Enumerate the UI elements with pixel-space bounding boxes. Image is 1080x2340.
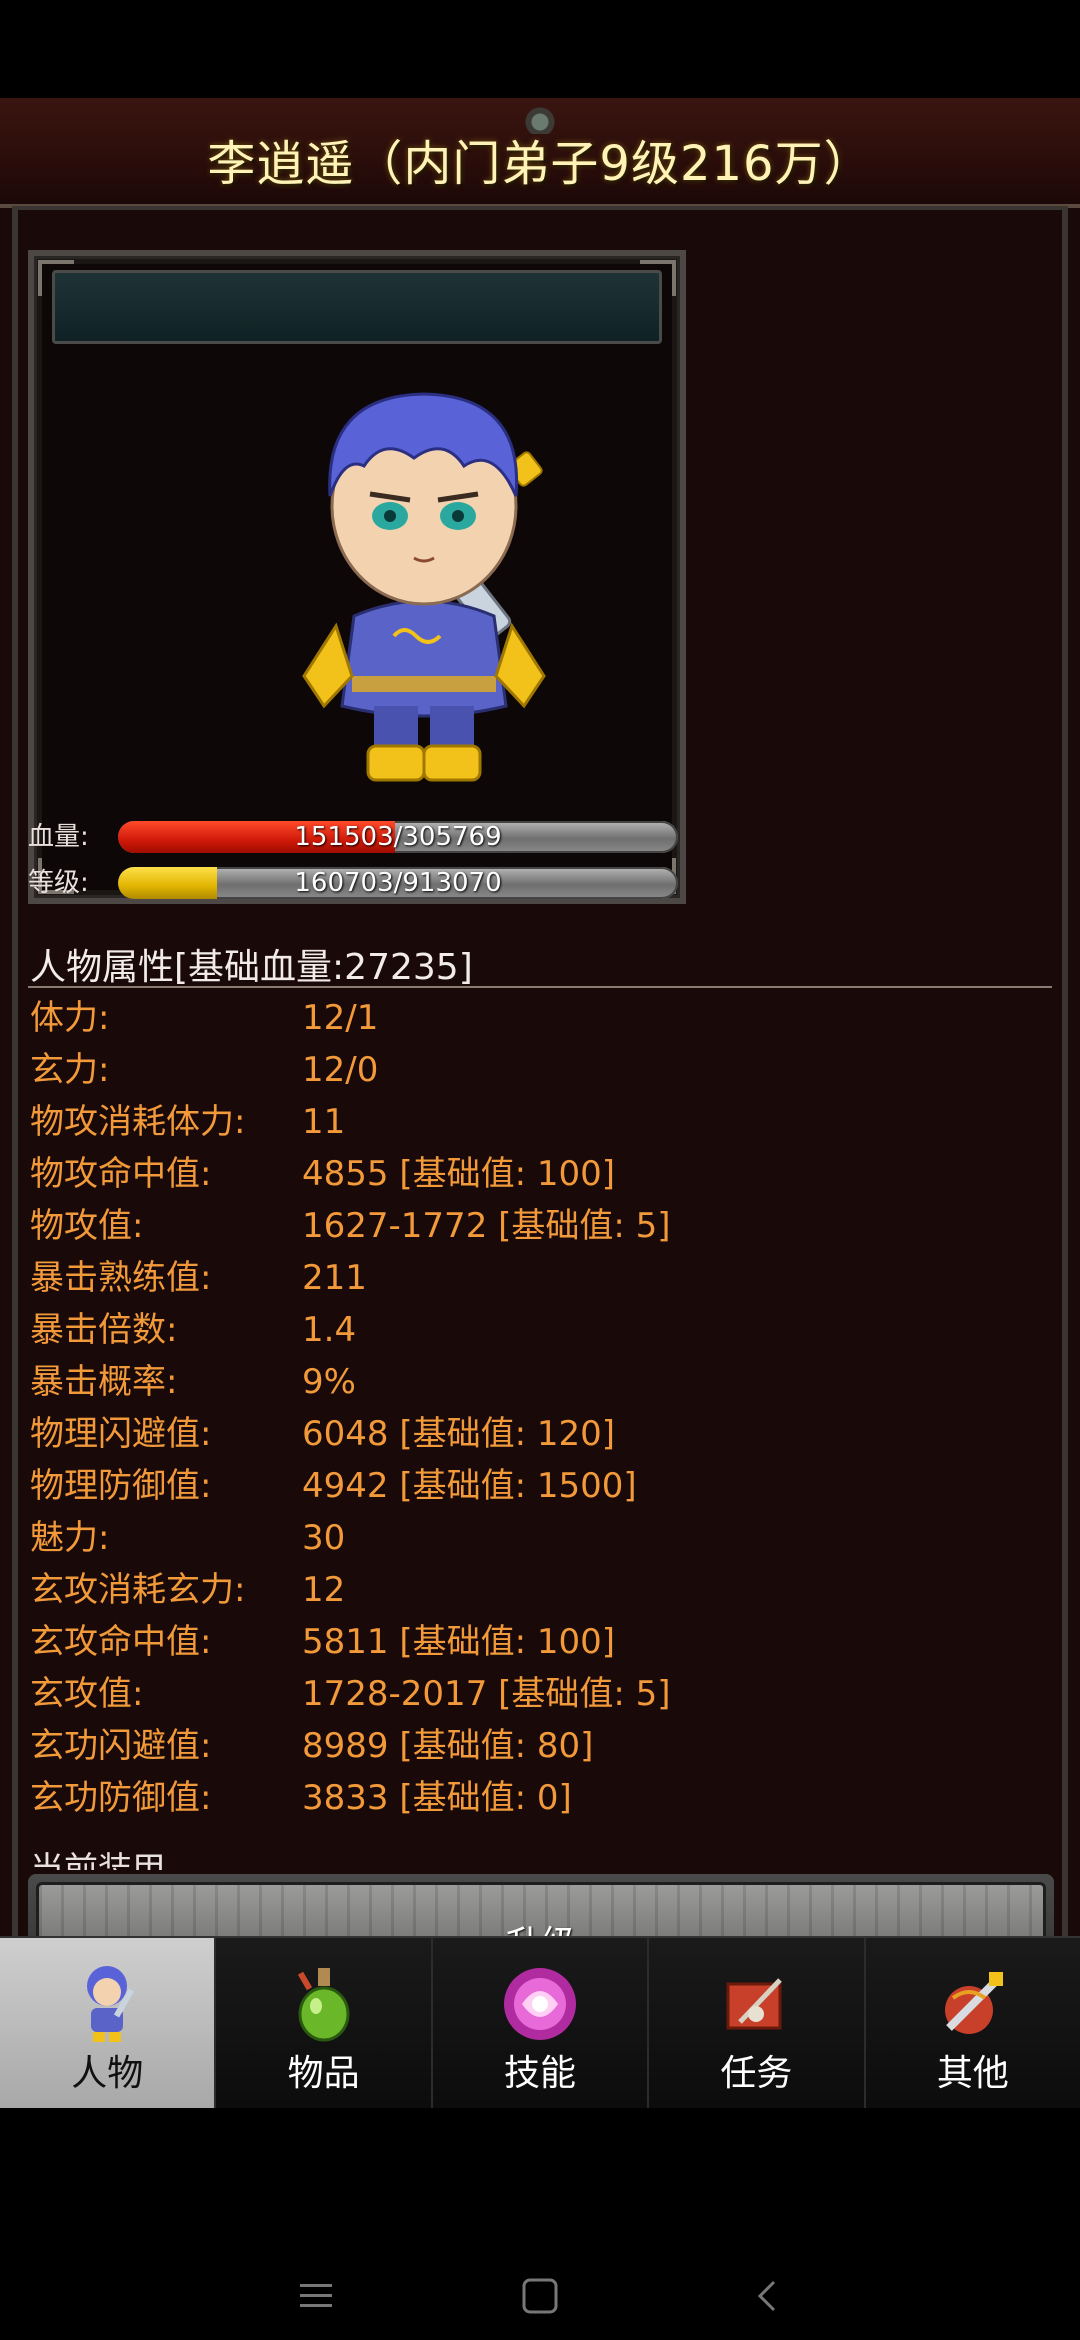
attribute-label: 玄功闪避值: <box>30 1726 212 1766</box>
tab-other[interactable]: 其他 <box>866 1938 1080 2108</box>
attribute-label: 玄攻命中值: <box>30 1622 212 1662</box>
tab-label: 人物 <box>71 2053 144 2094</box>
attribute-row: 物理闪避值: 6048 [基础值: 120] <box>30 1408 1030 1460</box>
tab-character[interactable]: 人物 <box>0 1938 217 2108</box>
hp-track: 151503/305769 <box>118 821 678 853</box>
attribute-row: 玄功闪避值: 8989 [基础值: 80] <box>30 1720 1030 1772</box>
attribute-value: 8989 [基础值: 80] <box>302 1726 594 1766</box>
attribute-row: 物攻消耗体力: 11 <box>30 1096 1030 1148</box>
attribute-value: 30 <box>302 1518 346 1558</box>
level-bar: 等级: 160703/913070 <box>28 866 688 900</box>
attribute-list: 体力: 12/1 玄力: 12/0 物攻消耗体力: 11 物攻命中值: 4855 [基础值: … <box>30 992 1030 1824</box>
hp-value: 151503/305769 <box>294 822 502 852</box>
level-track: 160703/913070 <box>118 867 678 899</box>
tab-label: 任务 <box>720 2053 793 2094</box>
attribute-value: 1728-2017 [基础值: 5] <box>302 1674 671 1714</box>
attribute-row: 物攻命中值: 4855 [基础值: 100] <box>30 1148 1030 1200</box>
character-portrait <box>28 250 686 904</box>
home-icon[interactable] <box>518 2274 562 2318</box>
attribute-label: 魅力: <box>30 1518 110 1558</box>
attributes-title: 人物属性[基础血量:27235] <box>30 947 473 988</box>
character-avatar-icon <box>302 392 546 782</box>
title-bar: 李逍遥（内门弟子9级216万） <box>0 98 1080 208</box>
menu-icon[interactable] <box>294 2274 338 2318</box>
attribute-row: 玄攻命中值: 5811 [基础值: 100] <box>30 1616 1030 1668</box>
attribute-value: 5811 [基础值: 100] <box>302 1622 616 1662</box>
tab-skill-orb[interactable]: 技能 <box>433 1938 650 2108</box>
character-screen: 李逍遥（内门弟子9级216万） 血量: 151503/305769 等级: 16… <box>0 98 1080 2034</box>
attribute-label: 暴击倍数: <box>30 1310 178 1350</box>
attribute-row: 玄攻消耗玄力: 12 <box>30 1564 1030 1616</box>
attribute-row: 魅力: 30 <box>30 1512 1030 1564</box>
attribute-value: 12/1 <box>302 998 379 1038</box>
attribute-label: 玄攻消耗玄力: <box>30 1570 246 1610</box>
quest-icon <box>710 1958 802 2050</box>
attribute-label: 玄攻值: <box>30 1674 144 1714</box>
tab-label: 其他 <box>936 2053 1009 2094</box>
attribute-label: 暴击熟练值: <box>30 1258 212 1298</box>
skill-orb-icon <box>494 1958 586 2050</box>
attribute-label: 物攻消耗体力: <box>30 1102 246 1142</box>
attribute-value: 4855 [基础值: 100] <box>302 1154 616 1194</box>
tab-label: 物品 <box>287 2053 360 2094</box>
section-divider <box>28 986 1052 988</box>
attribute-label: 玄功防御值: <box>30 1778 212 1818</box>
potion-icon <box>278 1958 370 2050</box>
system-navigation-bar <box>0 2108 1080 2340</box>
attribute-row: 玄功防御值: 3833 [基础值: 0] <box>30 1772 1030 1824</box>
attribute-label: 物攻命中值: <box>30 1154 212 1194</box>
attribute-value: 12/0 <box>302 1050 379 1090</box>
attribute-value: 4942 [基础值: 1500] <box>302 1466 637 1506</box>
attribute-row: 暴击概率: 9% <box>30 1356 1030 1408</box>
attribute-value: 9% <box>302 1362 356 1402</box>
other-icon <box>927 1958 1019 2050</box>
attribute-value: 3833 [基础值: 0] <box>302 1778 572 1818</box>
attribute-row: 物理防御值: 4942 [基础值: 1500] <box>30 1460 1030 1512</box>
page-title: 李逍遥（内门弟子9级216万） <box>207 136 873 192</box>
back-icon[interactable] <box>746 2274 790 2318</box>
portrait-header-plate <box>52 270 662 344</box>
attribute-value: 1627-1772 [基础值: 5] <box>302 1206 671 1246</box>
attribute-value: 6048 [基础值: 120] <box>302 1414 616 1454</box>
equipment-heading-partial: 当前装甲 <box>30 1850 166 1870</box>
status-bar <box>0 0 1080 98</box>
attribute-label: 玄力: <box>30 1050 110 1090</box>
level-label: 等级: <box>28 868 89 898</box>
attribute-row: 物攻值: 1627-1772 [基础值: 5] <box>30 1200 1030 1252</box>
attribute-row: 玄力: 12/0 <box>30 1044 1030 1096</box>
hp-bar: 血量: 151503/305769 <box>28 820 688 854</box>
attribute-value: 211 <box>302 1258 367 1298</box>
attribute-row: 体力: 12/1 <box>30 992 1030 1044</box>
attribute-row: 玄攻值: 1728-2017 [基础值: 5] <box>30 1668 1030 1720</box>
attribute-row: 暴击倍数: 1.4 <box>30 1304 1030 1356</box>
bottom-tab-bar: 人物 物品 技能 任务 其他 <box>0 1936 1080 2108</box>
tab-quest[interactable]: 任务 <box>649 1938 866 2108</box>
attribute-label: 暴击概率: <box>30 1362 178 1402</box>
hp-label: 血量: <box>28 822 89 852</box>
attribute-label: 物理防御值: <box>30 1466 212 1506</box>
attribute-label: 体力: <box>30 998 110 1038</box>
attribute-row: 暴击熟练值: 211 <box>30 1252 1030 1304</box>
attribute-label: 物理闪避值: <box>30 1414 212 1454</box>
tab-label: 技能 <box>504 2053 577 2094</box>
level-value: 160703/913070 <box>294 868 502 898</box>
character-icon <box>61 1958 153 2050</box>
tab-potion[interactable]: 物品 <box>216 1938 433 2108</box>
attribute-value: 1.4 <box>302 1310 357 1350</box>
attribute-value: 11 <box>302 1102 346 1142</box>
attribute-value: 12 <box>302 1570 346 1610</box>
attribute-label: 物攻值: <box>30 1206 144 1246</box>
